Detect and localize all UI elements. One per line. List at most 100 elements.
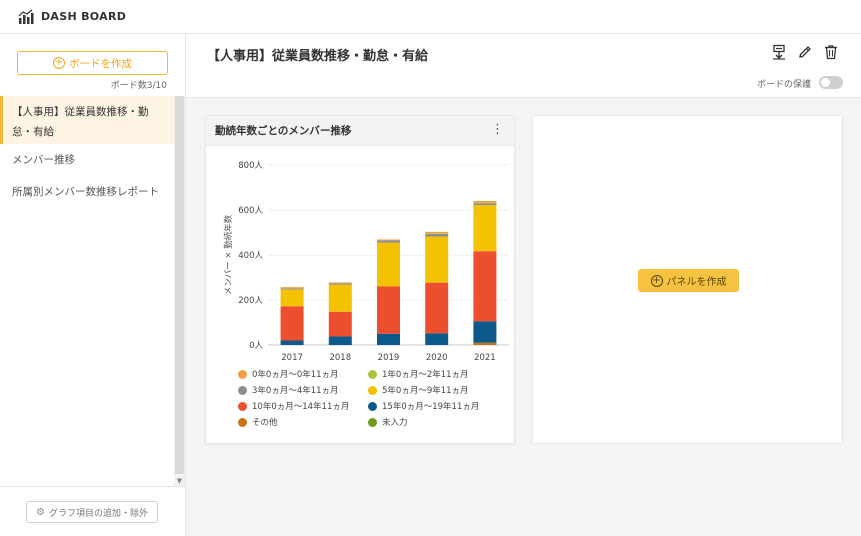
legend-label: 3年0ヵ月〜4年11ヵ月 [252, 386, 339, 396]
bar-segment[interactable] [425, 282, 449, 334]
y-axis-label: メンバー × 勤続年数 [223, 214, 234, 295]
bar-segment[interactable] [328, 284, 352, 312]
legend-label: その他 [252, 418, 278, 428]
y-tick-label: 800人 [238, 161, 263, 171]
bar-segment[interactable] [328, 311, 352, 337]
legend-item[interactable]: 5年0ヵ月〜9年11ヵ月 [368, 384, 469, 396]
x-tick-label: 2020 [426, 353, 448, 363]
legend-item[interactable]: 3年0ヵ月〜4年11ヵ月 [238, 384, 339, 396]
board-count: ボード数3/10 [110, 81, 167, 91]
legend-swatch [238, 385, 247, 395]
sidebar-item-hr-board[interactable]: 【人事用】従業員数推移・勤怠・有給 [0, 96, 174, 144]
bar-segment[interactable] [280, 306, 304, 341]
legend-label: 未入力 [382, 418, 408, 428]
page-title: 【人事用】従業員数推移・勤怠・有給 [207, 49, 429, 64]
y-tick-label: 200人 [238, 296, 263, 306]
legend-label: 0年0ヵ月〜0年11ヵ月 [252, 370, 339, 380]
panel-title: 勤続年数ごとのメンバー推移 [215, 125, 352, 137]
bar-chart-icon [18, 9, 34, 24]
bar-segment[interactable] [377, 333, 400, 345]
create-board-label: ボードを作成 [69, 57, 132, 70]
scrollbar-thumb[interactable] [175, 96, 184, 474]
legend-item[interactable]: 1年0ヵ月〜2年11ヵ月 [368, 368, 469, 380]
y-tick-label: 600人 [238, 206, 263, 216]
bar-segment[interactable] [280, 289, 304, 307]
bar-segment[interactable] [328, 336, 352, 345]
sidebar: + ボードを作成 ボード数3/10 【人事用】従業員数推移・勤怠・有給 メンバー… [0, 34, 186, 536]
stacked-bar-chart: 0人 200人 400人 600人 800人メンバー × 勤続年数 2017 2018 201… [223, 161, 509, 363]
x-tick-label: 2021 [474, 353, 496, 363]
toggle-knob [821, 78, 830, 87]
bar-segment[interactable] [425, 233, 449, 237]
protect-toggle[interactable] [819, 76, 843, 89]
legend-swatch [368, 369, 377, 379]
top-bar: DASH BOARD [0, 0, 861, 34]
bar-segment[interactable] [473, 321, 497, 343]
sidebar-item-label: 所属別メンバー数推移レポート [12, 186, 159, 198]
legend-swatch [238, 417, 247, 427]
sidebar-item-label: 【人事用】従業員数推移・勤怠・有給 [12, 106, 149, 138]
legend-swatch [368, 401, 377, 411]
sidebar-item-label: メンバー推移 [12, 154, 75, 166]
graph-items-button[interactable]: ⚙ グラフ項目の追加・除外 [26, 501, 158, 523]
bar-segment[interactable] [473, 201, 497, 203]
bar-segment[interactable] [473, 342, 497, 345]
bar-segment[interactable] [328, 283, 352, 285]
bar-segment[interactable] [280, 287, 304, 289]
y-tick-label: 0人 [249, 341, 263, 351]
bar-segment[interactable] [377, 286, 400, 334]
divider [0, 486, 186, 487]
sidebar-item-member-trend[interactable]: メンバー推移 [0, 144, 174, 176]
app-title: DASH BOARD [41, 10, 127, 23]
export-icon[interactable] [771, 44, 787, 60]
x-tick-label: 2019 [378, 353, 400, 363]
bar-segment[interactable] [425, 333, 449, 345]
bar-segment[interactable] [473, 203, 497, 206]
legend-label: 10年0ヵ月〜14年11ヵ月 [252, 402, 350, 412]
gear-icon: ⚙ [36, 506, 45, 518]
legend-label: 1年0ヵ月〜2年11ヵ月 [382, 370, 469, 380]
empty-panel: + パネルを作成 [532, 115, 843, 444]
create-board-button[interactable]: + ボードを作成 [17, 51, 168, 75]
sidebar-scrollbar[interactable]: ▼ [174, 96, 185, 486]
legend-swatch [368, 417, 377, 427]
edit-icon[interactable] [797, 44, 813, 60]
board-header: 【人事用】従業員数推移・勤怠・有給 ボードの保護 [186, 34, 861, 98]
bar-segment[interactable] [280, 288, 304, 290]
create-panel-button[interactable]: + パネルを作成 [638, 269, 739, 292]
plus-circle-icon: + [650, 274, 663, 287]
bar-segment[interactable] [425, 233, 449, 234]
bar-segment[interactable] [377, 242, 400, 287]
sidebar-item-dept-report[interactable]: 所属別メンバー数推移レポート [0, 176, 174, 208]
trash-icon[interactable] [823, 44, 839, 60]
bar-segment[interactable] [328, 282, 352, 284]
bar-segment[interactable] [473, 251, 497, 322]
plus-circle-icon: + [53, 57, 65, 69]
legend-item[interactable]: その他 [238, 416, 278, 428]
bar-segment[interactable] [425, 236, 449, 283]
bar-segment[interactable] [280, 340, 304, 346]
y-tick-label: 400人 [238, 251, 263, 261]
kebab-menu-icon[interactable]: ⋮ [491, 122, 504, 138]
legend-item[interactable]: 10年0ヵ月〜14年11ヵ月 [238, 400, 349, 412]
x-tick-label: 2018 [329, 353, 351, 363]
legend-swatch [238, 401, 247, 411]
bar-segment[interactable] [377, 239, 400, 241]
bar-segment[interactable] [473, 205, 497, 252]
legend-swatch [238, 369, 247, 379]
chart-panel: 勤続年数ごとのメンバー推移 ⋮ 0人 200人 400人 600人 800人メンバー ×… [205, 115, 515, 444]
legend-item[interactable]: 15年0ヵ月〜19年11ヵ月 [368, 400, 479, 412]
bar-segment[interactable] [425, 231, 449, 234]
legend-item[interactable]: 0年0ヵ月〜0年11ヵ月 [238, 368, 339, 380]
create-panel-label: パネルを作成 [666, 277, 727, 288]
legend-item[interactable]: 未入力 [368, 416, 408, 428]
scroll-down-icon[interactable]: ▼ [175, 476, 184, 486]
bar-segment[interactable] [377, 240, 400, 243]
panel-header: 勤続年数ごとのメンバー推移 [206, 116, 514, 146]
graph-items-label: グラフ項目の追加・除外 [48, 508, 148, 519]
legend-label: 5年0ヵ月〜9年11ヵ月 [382, 386, 469, 396]
protect-label: ボードの保護 [756, 80, 811, 90]
board-list: 【人事用】従業員数推移・勤怠・有給 メンバー推移 所属別メンバー数推移レポート [0, 96, 174, 479]
x-tick-label: 2017 [281, 353, 303, 363]
legend-swatch [368, 385, 377, 395]
